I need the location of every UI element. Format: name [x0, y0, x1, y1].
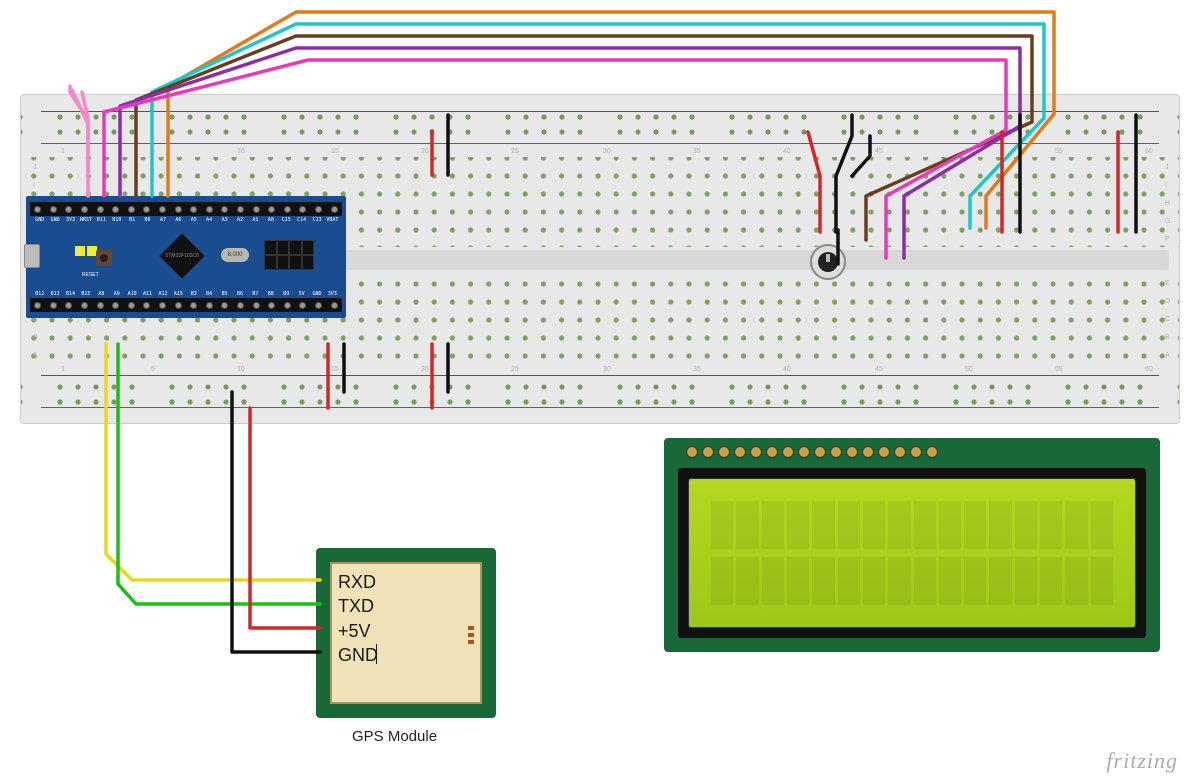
svg-text:35: 35: [693, 366, 701, 373]
svg-text:20: 20: [421, 366, 429, 373]
svg-text:15: 15: [331, 366, 339, 373]
svg-text:G: G: [1165, 218, 1170, 225]
crystal-oscillator: 8.000: [221, 248, 249, 262]
potentiometer: [810, 244, 846, 280]
svg-text:E: E: [1165, 280, 1170, 287]
svg-text:J: J: [1165, 164, 1169, 171]
stm32-top-pin-header: [30, 202, 342, 216]
stm32-bottom-pin-labels: B12B13B14B15A8A9A10A11A12A15B3B4B5B6B7B8…: [32, 291, 340, 297]
reset-label: RESET: [82, 272, 99, 278]
led-pair: [74, 244, 98, 262]
gps-status-leds: [468, 626, 474, 644]
svg-text:25: 25: [511, 366, 519, 373]
svg-text:A: A: [1165, 352, 1170, 359]
stm32-mcu-chip: STM32F103C6: [159, 233, 204, 278]
svg-text:D: D: [1165, 298, 1170, 305]
svg-text:5: 5: [151, 148, 155, 155]
svg-text:10: 10: [237, 366, 245, 373]
svg-text:50: 50: [965, 148, 973, 155]
svg-text:40: 40: [783, 366, 791, 373]
fritzing-watermark: fritzing: [1106, 748, 1178, 774]
svg-text:55: 55: [1055, 148, 1063, 155]
svg-text:10: 10: [237, 148, 245, 155]
svg-text:F: F: [1165, 236, 1169, 243]
svg-text:1: 1: [61, 148, 65, 155]
lcd-bezel: [678, 468, 1146, 638]
svg-text:H: H: [1165, 200, 1170, 207]
lcd-pin-header: [684, 442, 940, 462]
lcd-screen: [688, 478, 1136, 628]
svg-text:45: 45: [875, 366, 883, 373]
svg-text:30: 30: [603, 366, 611, 373]
svg-text:55: 55: [1055, 366, 1063, 373]
svg-text:B: B: [1165, 334, 1170, 341]
programming-header: [264, 240, 314, 270]
svg-text:60: 60: [1145, 148, 1153, 155]
svg-text:B: B: [33, 334, 38, 341]
gps-caption: GPS Module: [352, 728, 437, 745]
wire-red-gps: [250, 408, 320, 628]
stm32-bluepill-board: GNDGND3V3NRSTB11B10B1B0A7A6A5A4A3A2A1A0C…: [26, 196, 346, 318]
wire-black-gps: [232, 392, 320, 652]
lcd-row-1: [711, 501, 1113, 549]
gps-pin-gnd: GND: [338, 643, 378, 667]
stm32-bottom-pin-header: [30, 298, 342, 312]
svg-text:5: 5: [151, 366, 155, 373]
svg-text:25: 25: [511, 148, 519, 155]
svg-text:15: 15: [331, 148, 339, 155]
svg-text:45: 45: [875, 148, 883, 155]
stm32-top-pin-labels: GNDGND3V3NRSTB11B10B1B0A7A6A5A4A3A2A1A0C…: [32, 217, 340, 223]
fritzing-diagram: /*placeholder*/: [0, 0, 1200, 782]
gps-pin-rxd: RXD: [338, 570, 378, 594]
reset-button: [96, 250, 112, 266]
svg-text:35: 35: [693, 148, 701, 155]
gps-pin-5v: +5V: [338, 619, 378, 643]
svg-text:60: 60: [1145, 366, 1153, 373]
svg-text:A: A: [33, 352, 38, 359]
lcd-row-2: [711, 557, 1113, 605]
potentiometer-knob: [818, 252, 838, 272]
svg-text:20: 20: [421, 148, 429, 155]
gps-pin-labels: RXD TXD +5V GND: [338, 570, 378, 667]
svg-text:40: 40: [783, 148, 791, 155]
gps-module: RXD TXD +5V GND: [316, 548, 496, 718]
lcd-16x2: [664, 438, 1160, 652]
svg-text:C: C: [1165, 316, 1170, 323]
svg-text:50: 50: [965, 366, 973, 373]
svg-text:1: 1: [61, 366, 65, 373]
svg-text:J: J: [33, 164, 37, 171]
usb-port: [24, 244, 40, 268]
svg-text:30: 30: [603, 148, 611, 155]
svg-text:I: I: [33, 182, 35, 189]
svg-text:I: I: [1165, 182, 1167, 189]
gps-pin-txd: TXD: [338, 594, 378, 618]
